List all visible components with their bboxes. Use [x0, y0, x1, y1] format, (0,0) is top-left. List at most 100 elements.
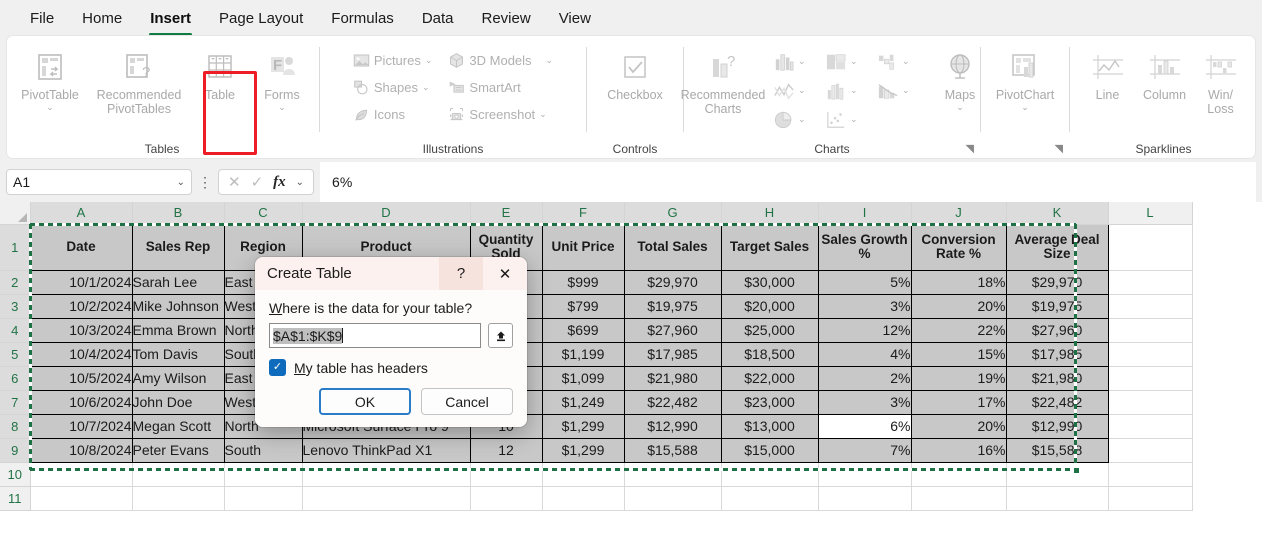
scatter-chart-button[interactable]: ⌄ — [825, 105, 877, 134]
chevron-down-icon[interactable]: ⌄ — [177, 177, 185, 188]
combo-chart-button[interactable]: ⌄ — [877, 76, 929, 105]
cell-a10[interactable] — [30, 462, 133, 487]
cell-h7[interactable]: $23,000 — [721, 390, 819, 415]
pictures-button[interactable]: Pictures ⌄ — [349, 47, 437, 73]
cell-a11[interactable] — [30, 486, 133, 511]
cell-i7[interactable]: 3% — [818, 390, 912, 415]
headers-checkbox[interactable]: ✓ — [269, 359, 286, 376]
cell-c9[interactable]: South — [224, 438, 303, 463]
cell-k6[interactable]: $21,980 — [1006, 366, 1109, 391]
tab-file[interactable]: File — [16, 6, 68, 30]
row-header-7[interactable]: 7 — [0, 390, 31, 415]
cell-h10[interactable] — [721, 462, 819, 487]
cell-l5[interactable] — [1108, 342, 1193, 367]
cell-k3[interactable]: $19,975 — [1006, 294, 1109, 319]
cell-k10[interactable] — [1006, 462, 1109, 487]
cell-d9[interactable]: Lenovo ThinkPad X1 — [302, 438, 471, 463]
cell-a3[interactable]: 10/2/2024 — [30, 294, 133, 319]
row-header-6[interactable]: 6 — [0, 366, 31, 391]
cell-g6[interactable]: $21,980 — [624, 366, 722, 391]
cell-l4[interactable] — [1108, 318, 1193, 343]
icons-button[interactable]: Icons — [349, 101, 437, 127]
formula-input[interactable]: 6% — [320, 162, 1256, 202]
column-header-c[interactable]: C — [224, 202, 303, 225]
name-box[interactable]: A1 ⌄ — [6, 169, 192, 195]
cell-b3[interactable]: Mike Johnson — [132, 294, 225, 319]
insert-function-icon[interactable]: fx — [273, 174, 286, 191]
row-header-11[interactable]: 11 — [0, 486, 31, 511]
select-all-corner[interactable] — [0, 202, 31, 225]
cell-g2[interactable]: $29,970 — [624, 270, 722, 295]
cell-j3[interactable]: 20% — [911, 294, 1007, 319]
collapse-dialog-button[interactable] — [488, 323, 513, 348]
tab-data[interactable]: Data — [408, 6, 468, 30]
cell-b10[interactable] — [132, 462, 225, 487]
line-chart-button[interactable]: ⌄ — [773, 76, 825, 105]
row-header-2[interactable]: 2 — [0, 270, 31, 295]
column-header-e[interactable]: E — [470, 202, 543, 225]
row-header-4[interactable]: 4 — [0, 318, 31, 343]
chevron-down-icon[interactable]: ⌄ — [539, 109, 547, 120]
cell-l1[interactable] — [1108, 224, 1193, 271]
column-header-b[interactable]: B — [132, 202, 225, 225]
chevron-down-icon[interactable]: ⌄ — [546, 55, 554, 66]
cell-b5[interactable]: Tom Davis — [132, 342, 225, 367]
cell-j10[interactable] — [911, 462, 1007, 487]
maps-button[interactable]: Maps ⌄ — [929, 42, 991, 112]
recommended-charts-button[interactable]: ? Recommended Charts — [673, 42, 773, 117]
cell-j11[interactable] — [911, 486, 1007, 511]
chevron-down-icon[interactable]: ⌄ — [798, 114, 806, 125]
cell-a2[interactable]: 10/1/2024 — [30, 270, 133, 295]
cell-i11[interactable] — [818, 486, 912, 511]
cell-h3[interactable]: $20,000 — [721, 294, 819, 319]
cell-l9[interactable] — [1108, 438, 1193, 463]
cell-f8[interactable]: $1,299 — [542, 414, 625, 439]
chevron-down-icon[interactable]: ⌄ — [1021, 103, 1029, 112]
chevron-down-icon[interactable]: ⌄ — [278, 103, 286, 112]
cell-k4[interactable]: $27,960 — [1006, 318, 1109, 343]
cell-g11[interactable] — [624, 486, 722, 511]
sparkline-line-button[interactable]: Line — [1080, 42, 1136, 102]
cell-i3[interactable]: 3% — [818, 294, 912, 319]
cancel-entry-icon[interactable]: ✕ — [228, 173, 241, 191]
forms-button[interactable]: F Forms ⌄ — [251, 42, 313, 112]
cell-f2[interactable]: $999 — [542, 270, 625, 295]
help-button[interactable]: ? — [439, 257, 483, 290]
cell-b8[interactable]: Megan Scott — [132, 414, 225, 439]
column-header-h[interactable]: H — [721, 202, 819, 225]
cell-i9[interactable]: 7% — [818, 438, 912, 463]
tab-page-layout[interactable]: Page Layout — [205, 6, 317, 30]
cell-g9[interactable]: $15,588 — [624, 438, 722, 463]
cell-f6[interactable]: $1,099 — [542, 366, 625, 391]
column-header-l[interactable]: L — [1108, 202, 1193, 225]
chevron-down-icon[interactable]: ⌄ — [902, 85, 910, 96]
column-header-d[interactable]: D — [302, 202, 471, 225]
cell-h11[interactable] — [721, 486, 819, 511]
chevron-down-icon[interactable]: ⌄ — [956, 103, 964, 112]
cell-h2[interactable]: $30,000 — [721, 270, 819, 295]
row-header-10[interactable]: 10 — [0, 462, 31, 487]
close-button[interactable]: ✕ — [483, 257, 527, 290]
cell-b2[interactable]: Sarah Lee — [132, 270, 225, 295]
chevron-down-icon[interactable]: ⌄ — [296, 177, 304, 188]
cell-g1[interactable]: Total Sales — [624, 224, 722, 271]
column-header-i[interactable]: I — [818, 202, 912, 225]
3d-models-button[interactable]: 3D Models ⌄ — [444, 47, 557, 73]
sparkline-winloss-button[interactable]: Win/ Loss — [1194, 42, 1248, 117]
cell-f4[interactable]: $699 — [542, 318, 625, 343]
cell-g8[interactable]: $12,990 — [624, 414, 722, 439]
column-header-g[interactable]: G — [624, 202, 722, 225]
cell-b1[interactable]: Sales Rep — [132, 224, 225, 271]
column-header-k[interactable]: K — [1006, 202, 1109, 225]
cell-k2[interactable]: $29,970 — [1006, 270, 1109, 295]
column-header-a[interactable]: A — [30, 202, 133, 225]
cell-e11[interactable] — [470, 486, 543, 511]
cell-k8[interactable]: $12,990 — [1006, 414, 1109, 439]
tab-formulas[interactable]: Formulas — [317, 6, 408, 30]
cell-a1[interactable]: Date — [30, 224, 133, 271]
cell-j6[interactable]: 19% — [911, 366, 1007, 391]
cell-h6[interactable]: $22,000 — [721, 366, 819, 391]
cell-k11[interactable] — [1006, 486, 1109, 511]
pivottable-button[interactable]: PivotTable ⌄ — [11, 42, 89, 112]
smartart-button[interactable]: SmartArt — [444, 74, 557, 100]
